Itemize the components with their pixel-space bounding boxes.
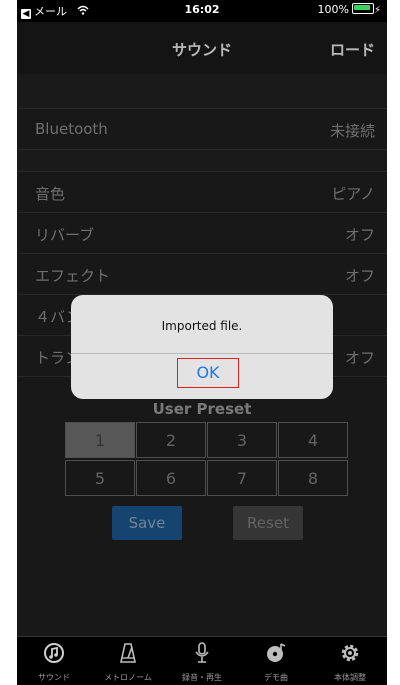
phone-screen: ◀ メール 16:02 100% ⚡ サウンド ロード Bluetooth 未接続 … (17, 0, 387, 685)
demo-song-icon (239, 641, 313, 672)
battery-icon (351, 3, 374, 14)
gear-icon (313, 641, 387, 672)
tab-label: デモ曲 (264, 673, 288, 682)
tab-record-play[interactable]: 録音・再生 (165, 637, 239, 685)
tab-sound[interactable]: サウンド (17, 637, 91, 685)
import-alert-dialog: Imported file. OK (71, 295, 333, 399)
tab-label: サウンド (38, 673, 70, 682)
tab-label: 録音・再生 (182, 673, 222, 682)
tab-metronome[interactable]: メトロノーム (91, 637, 165, 685)
tab-bar: サウンド メトロノーム 録音・再生 デモ曲 本体調整 (17, 636, 387, 685)
battery-percent: 100% (317, 3, 349, 16)
tab-label: 本体調整 (334, 673, 366, 682)
battery-status: 100% ⚡ (318, 3, 381, 16)
alert-message: Imported file. (161, 319, 243, 333)
tab-label: メトロノーム (104, 673, 152, 682)
sound-icon (17, 641, 91, 672)
metronome-icon (91, 641, 165, 672)
status-bar: ◀ メール 16:02 100% ⚡ (17, 0, 387, 22)
ok-button[interactable]: OK (177, 358, 239, 388)
tab-demo-song[interactable]: デモ曲 (239, 637, 313, 685)
microphone-icon (165, 641, 239, 672)
tab-settings[interactable]: 本体調整 (313, 637, 387, 685)
alert-divider (71, 353, 333, 354)
charging-icon: ⚡ (373, 5, 381, 16)
